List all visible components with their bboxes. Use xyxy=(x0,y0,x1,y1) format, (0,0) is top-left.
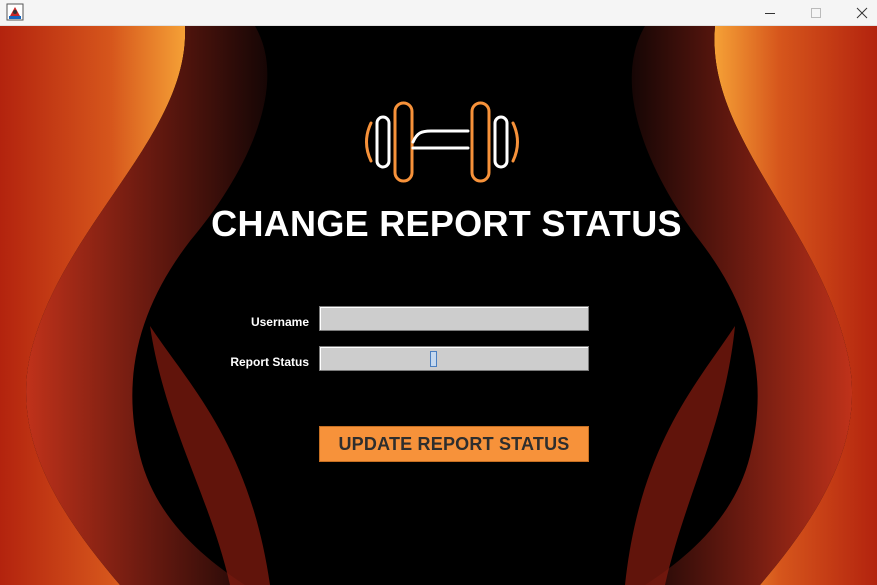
page-title: CHANGE REPORT STATUS xyxy=(211,203,682,244)
update-report-status-button[interactable]: UPDATE REPORT STATUS xyxy=(319,426,589,462)
minimize-icon xyxy=(765,13,775,14)
report-status-input[interactable] xyxy=(319,346,589,371)
maximize-icon xyxy=(811,8,821,18)
app-icon xyxy=(6,3,24,21)
report-status-label: Report Status xyxy=(230,355,309,369)
dumbbell-icon xyxy=(365,101,519,183)
maximize-button[interactable] xyxy=(793,0,839,26)
window-titlebar xyxy=(0,0,877,26)
minimize-button[interactable] xyxy=(747,0,793,26)
username-label: Username xyxy=(250,315,309,329)
text-cursor xyxy=(430,351,437,367)
close-icon xyxy=(856,7,868,19)
main-panel: CHANGE REPORT STATUS Username Report Sta… xyxy=(0,26,877,585)
username-input[interactable] xyxy=(319,306,589,331)
close-button[interactable] xyxy=(839,0,877,26)
